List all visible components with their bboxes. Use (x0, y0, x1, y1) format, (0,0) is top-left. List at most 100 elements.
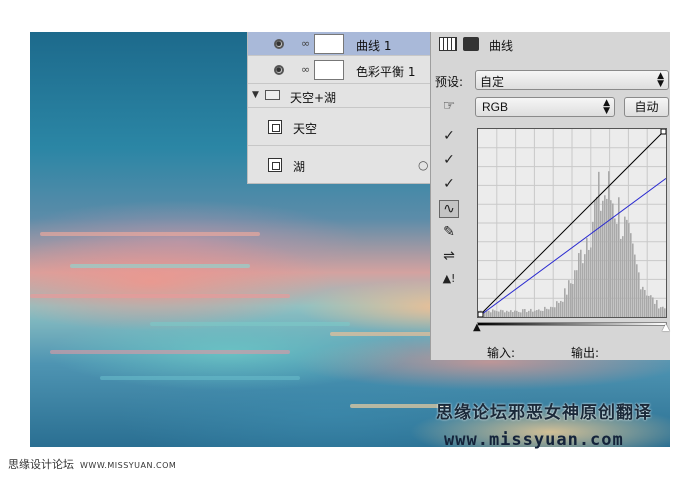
histogram-bar (570, 283, 572, 317)
histogram-bar (532, 311, 534, 317)
group-name: 天空+湖 (290, 91, 337, 105)
histogram-bar (506, 310, 508, 317)
layer-row-lake[interactable]: 湖 ○ (248, 146, 431, 184)
input-label: 输入: (487, 346, 516, 360)
histogram-bar (590, 247, 592, 317)
histogram-bar (508, 311, 510, 317)
curves-graph[interactable] (477, 128, 667, 318)
black-eyedropper-icon[interactable]: ✓ (439, 128, 459, 146)
histogram-bar (496, 311, 498, 317)
histogram-bar (602, 200, 604, 317)
curve-tool-icon[interactable]: ∿ (439, 200, 459, 218)
white-eyedropper-icon[interactable]: ✓ (439, 176, 459, 194)
histogram-bar (626, 219, 628, 317)
histogram-bar (488, 310, 490, 317)
layer-row-curves[interactable]: ∞ 曲线 1 (248, 32, 431, 56)
histogram-bar (566, 294, 568, 317)
caption-url: WWW.MISSYUAN.COM (80, 461, 177, 470)
histogram-bar (520, 312, 522, 317)
folder-icon (265, 90, 280, 100)
white-point-handle[interactable] (660, 128, 667, 135)
preset-select[interactable]: 自定 ▲ ▼ (475, 70, 669, 90)
histogram-bar (576, 270, 578, 317)
auto-button[interactable]: 自动 (624, 97, 669, 117)
layer-name: 曲线 1 (356, 39, 392, 53)
histogram-bar (646, 295, 648, 317)
layer-mask-thumbnail[interactable] (314, 34, 344, 54)
histogram-bar (578, 253, 580, 317)
panel-title: 曲线 (489, 39, 514, 53)
histogram-bar (628, 223, 630, 317)
histogram-bar (664, 308, 666, 317)
channel-select[interactable]: RGB ▲ ▼ (475, 97, 615, 117)
histogram-bar (594, 200, 596, 317)
histogram-bar (526, 312, 528, 317)
histogram-bar (620, 238, 622, 317)
histogram-bar (516, 310, 518, 317)
histogram-bar (528, 310, 530, 317)
black-input-slider[interactable]: ▲ (473, 322, 481, 333)
histogram-bar (632, 243, 634, 317)
histogram-bar (652, 297, 654, 317)
histogram-bar (634, 254, 636, 317)
histogram-bar (554, 307, 556, 317)
clipping-warning-icon[interactable]: ▲! (439, 272, 459, 290)
select-arrows-icon: ▲ ▼ (657, 71, 664, 89)
hand-adjust-icon[interactable]: ☞ (439, 98, 459, 116)
histogram-bar (510, 310, 512, 317)
gray-eyedropper-icon[interactable]: ✓ (439, 152, 459, 170)
layer-name: 色彩平衡 1 (356, 65, 416, 79)
curves-adjustment-icon (439, 37, 457, 51)
smooth-icon[interactable]: ⇌ (439, 248, 459, 266)
histogram-bar (658, 308, 660, 317)
eye-icon[interactable] (274, 65, 284, 75)
histogram-bar (574, 270, 576, 317)
histogram-bar (552, 307, 554, 317)
chain-icon: ∞ (301, 63, 311, 76)
mask-icon[interactable] (463, 37, 479, 51)
page-caption: 思缘设计论坛 WWW.MISSYUAN.COM (8, 456, 176, 472)
layers-panel: ∞ 曲线 1 ∞ 色彩平衡 1 ▼ 天空+湖 天空 湖 ○ (247, 32, 431, 184)
histogram-bar (656, 300, 658, 317)
histogram-bar (530, 308, 532, 317)
curves-properties-panel: 曲线 预设: 自定 ▲ ▼ ☞ RGB ▲ ▼ 自动 ✓ ✓ ✓ ∿ ✎ ⇌ ▲! … (430, 32, 670, 360)
histogram-bar (622, 236, 624, 317)
layer-group-row[interactable]: ▼ 天空+湖 (248, 84, 431, 108)
histogram-bar (504, 312, 506, 317)
pencil-icon[interactable]: ✎ (439, 224, 459, 242)
watermark-title: 思缘论坛邪恶女神原创翻译 (436, 403, 652, 423)
histogram-bar (538, 309, 540, 317)
histogram-bar (608, 171, 610, 317)
layer-row-sky[interactable]: 天空 (248, 108, 431, 146)
chevron-down-icon[interactable]: ▼ (252, 90, 259, 100)
layer-name: 湖 (293, 160, 306, 174)
histogram-bar (544, 306, 546, 317)
white-input-slider[interactable]: ▲ (662, 322, 670, 333)
histogram-bar (490, 312, 492, 317)
eye-icon[interactable] (274, 39, 284, 49)
histogram-bar (598, 171, 600, 317)
layer-mask-thumbnail[interactable] (314, 60, 344, 80)
histogram-bar (654, 303, 656, 317)
histogram-bar (524, 309, 526, 317)
select-arrows-icon: ▲ ▼ (603, 98, 610, 116)
histogram-bar (540, 310, 542, 317)
histogram-bar (624, 216, 626, 317)
histogram-bar (640, 289, 642, 317)
histogram-bar (492, 309, 494, 317)
histogram-bar (568, 280, 570, 317)
curve-graph-svg[interactable] (477, 128, 667, 318)
histogram-bar (580, 249, 582, 317)
input-gradient-bar (477, 322, 667, 326)
black-point-handle[interactable] (477, 311, 484, 318)
histogram-bar (588, 249, 590, 317)
histogram-bar (550, 306, 552, 317)
histogram-bar (572, 283, 574, 317)
layer-row-color-balance[interactable]: ∞ 色彩平衡 1 (248, 56, 431, 84)
histogram-bar (612, 203, 614, 317)
histogram-bar (494, 310, 496, 317)
watermark-url: www.missyuan.com (444, 430, 624, 450)
chain-icon: ∞ (301, 37, 311, 50)
histogram-bar (650, 295, 652, 317)
histogram-bar (616, 223, 618, 317)
